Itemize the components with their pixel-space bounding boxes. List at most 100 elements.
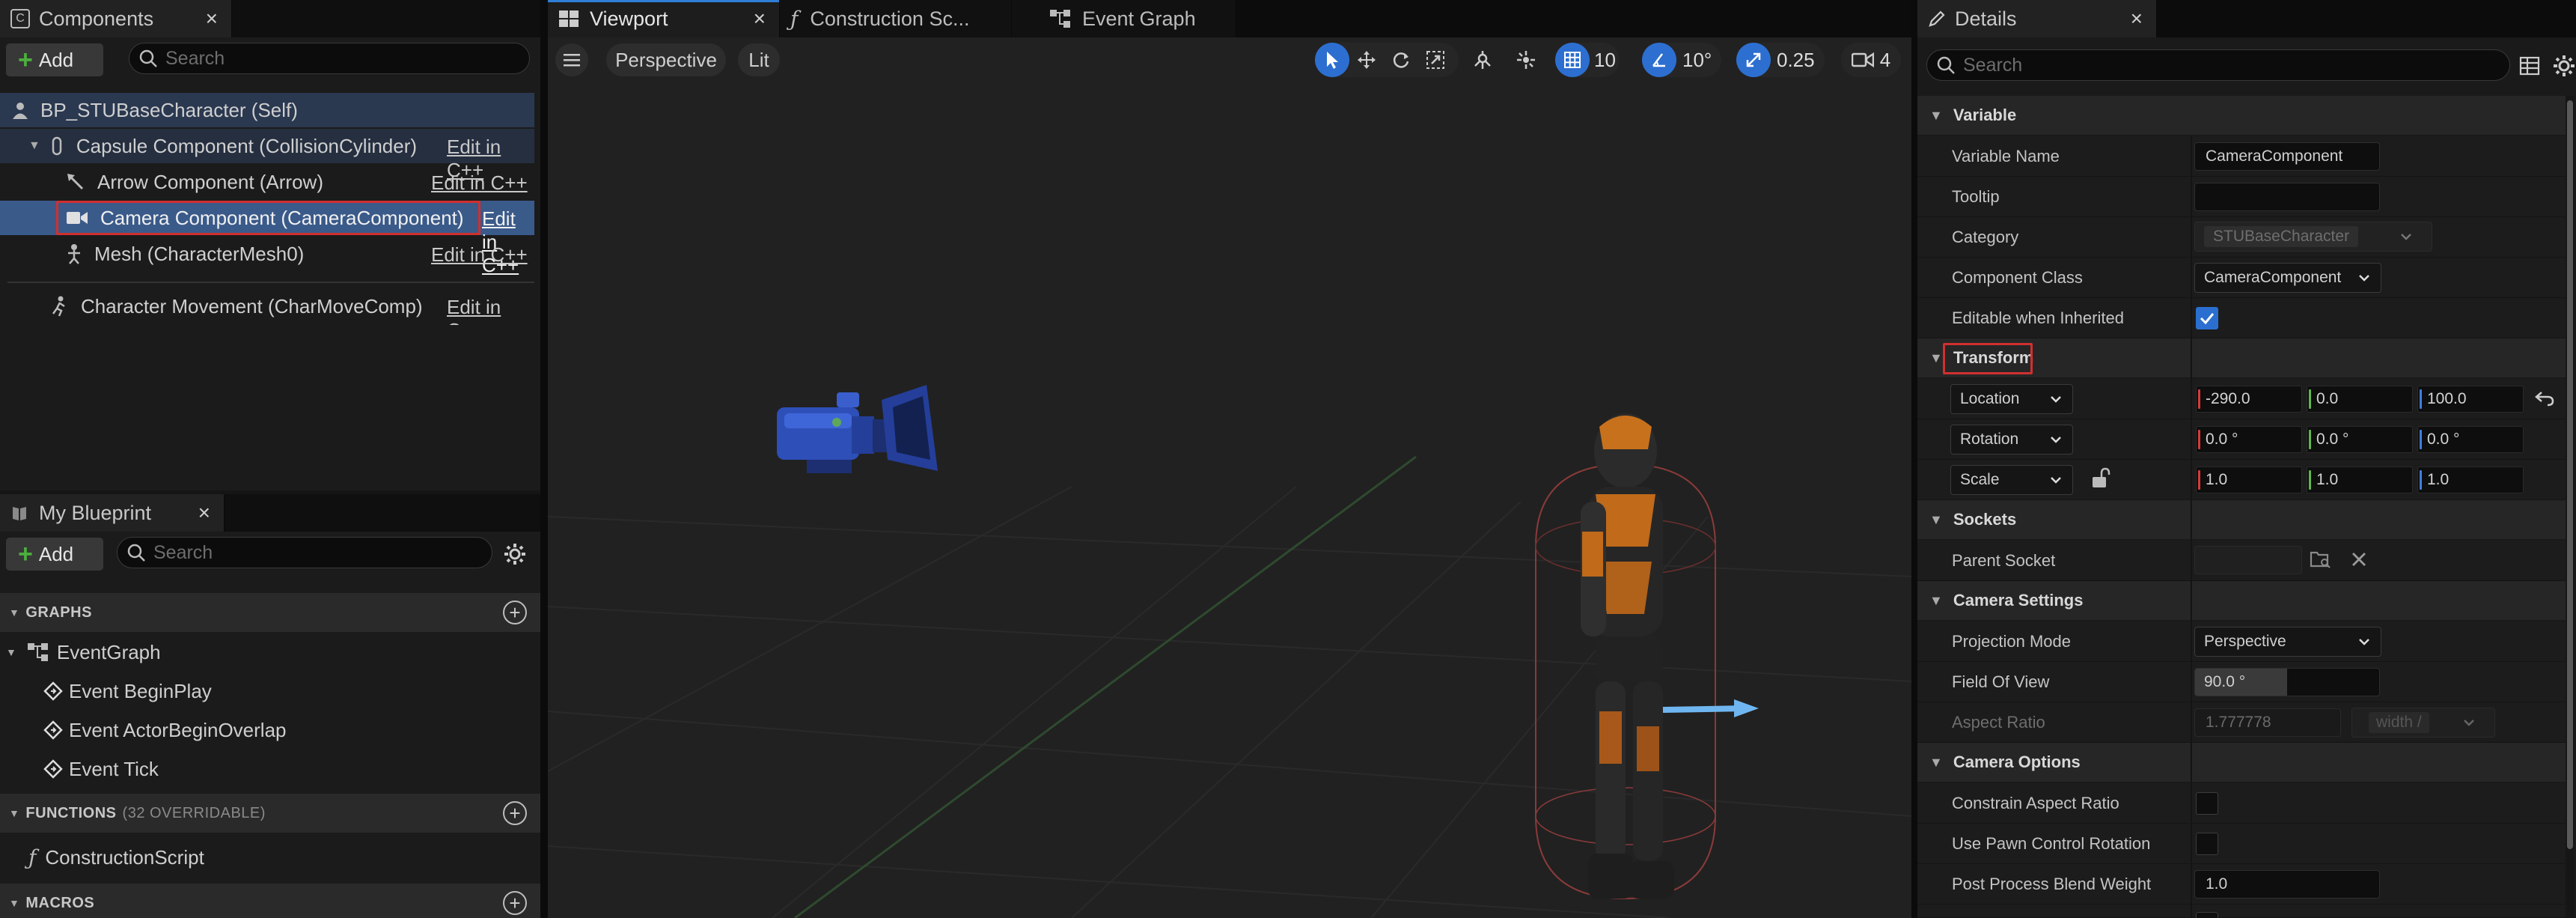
settings-gear-icon[interactable] bbox=[2552, 54, 2576, 78]
add-component-button[interactable]: + Add bbox=[6, 43, 103, 76]
tree-item-mesh[interactable]: Mesh (CharacterMesh0) bbox=[0, 237, 534, 271]
character-mesh[interactable] bbox=[1476, 397, 1790, 918]
variable-name-field[interactable]: CameraComponent bbox=[2194, 142, 2380, 171]
editable-inherited-checkbox[interactable] bbox=[2196, 307, 2218, 329]
world-local-icon[interactable] bbox=[1465, 43, 1500, 77]
camera-speed-group[interactable]: 4 bbox=[1841, 43, 1901, 77]
variable-section-header[interactable]: ▼ Variable bbox=[1917, 96, 2566, 135]
lit-button[interactable]: Lit bbox=[738, 43, 780, 76]
add-graph-button[interactable]: + bbox=[503, 601, 527, 624]
scale-z-field[interactable]: 1.0 bbox=[2417, 466, 2524, 493]
close-icon[interactable]: × bbox=[754, 7, 766, 31]
editable-inherited-row: Editable when Inherited bbox=[1917, 298, 2566, 338]
grid-snap-group[interactable]: 10 bbox=[1555, 43, 1620, 77]
gear-icon[interactable] bbox=[503, 542, 527, 566]
unlock-icon[interactable] bbox=[2090, 467, 2110, 490]
rotation-snap-group[interactable]: 10° bbox=[1642, 43, 1721, 77]
property-matrix-icon[interactable] bbox=[2519, 55, 2540, 76]
location-x-field[interactable]: -290.0 bbox=[2196, 386, 2302, 413]
graphs-section-header[interactable]: ▼ GRAPHS bbox=[0, 593, 540, 632]
tooltip-field[interactable] bbox=[2194, 183, 2380, 211]
event-graph-item[interactable]: ▼ EventGraph bbox=[0, 635, 534, 669]
blueprint-search-input[interactable]: Search bbox=[117, 537, 492, 568]
post-process-field[interactable]: 1.0 bbox=[2194, 870, 2380, 899]
component-class-dropdown[interactable]: CameraComponent bbox=[2194, 263, 2381, 293]
projection-mode-dropdown[interactable]: Perspective bbox=[2194, 627, 2381, 657]
rotation-y-field[interactable]: 0.0 ° bbox=[2307, 426, 2413, 453]
event-item[interactable]: Event ActorBeginOverlap bbox=[0, 713, 534, 747]
transform-section-header[interactable]: ▼ Transform bbox=[1917, 338, 2566, 377]
rotation-z-field[interactable]: 0.0 ° bbox=[2417, 426, 2524, 453]
scrollbar-thumb[interactable] bbox=[2567, 100, 2573, 849]
details-column-divider[interactable] bbox=[2191, 136, 2192, 918]
camera-settings-section-header[interactable]: ▼ Camera Settings bbox=[1917, 581, 2566, 620]
functions-section-header[interactable]: ▼ FUNCTIONS (32 OVERRIDABLE) bbox=[0, 794, 540, 833]
panel-splitter[interactable] bbox=[1911, 0, 1917, 918]
tree-item-capsule[interactable]: ▼ Capsule Component (CollisionCylinder) bbox=[0, 129, 534, 163]
close-icon[interactable]: × bbox=[198, 501, 210, 525]
panel-splitter[interactable] bbox=[540, 0, 548, 918]
chevron-down-icon bbox=[2359, 639, 2369, 645]
scale-type-dropdown[interactable]: Scale bbox=[1950, 465, 2073, 495]
browse-socket-icon[interactable] bbox=[2310, 550, 2332, 569]
close-icon[interactable]: × bbox=[206, 7, 218, 31]
use-pawn-rotation-checkbox[interactable] bbox=[2196, 833, 2218, 855]
transform-tools-group bbox=[1315, 43, 1459, 77]
tab-components[interactable]: C Components × bbox=[0, 0, 232, 37]
scale-snap-icon[interactable] bbox=[1736, 43, 1771, 77]
perspective-button[interactable]: Perspective bbox=[606, 43, 726, 76]
clear-socket-icon[interactable] bbox=[2350, 550, 2368, 568]
location-z-field[interactable]: 100.0 bbox=[2417, 386, 2524, 413]
camera-options-section-header[interactable]: ▼ Camera Options bbox=[1917, 743, 2566, 782]
scale-x-field[interactable]: 1.0 bbox=[2196, 466, 2302, 493]
sockets-section-header[interactable]: ▼ Sockets bbox=[1917, 500, 2566, 539]
add-blueprint-item-button[interactable]: + Add bbox=[6, 538, 103, 571]
tree-item-character-movement[interactable]: Character Movement (CharMoveComp) bbox=[0, 289, 534, 323]
reset-to-default-icon[interactable] bbox=[2534, 389, 2555, 407]
scale-snap-group[interactable]: 0.25 bbox=[1736, 43, 1825, 77]
tab-construction-script[interactable]: ƒ Construction Sc... bbox=[780, 0, 1012, 37]
rotation-type-dropdown[interactable]: Rotation bbox=[1950, 425, 2073, 455]
scale-tool-icon[interactable] bbox=[1418, 43, 1453, 77]
tab-details[interactable]: Details × bbox=[1917, 0, 2157, 37]
constrain-aspect-checkbox[interactable] bbox=[2196, 792, 2218, 815]
event-item[interactable]: Event Tick bbox=[0, 752, 534, 786]
camera-mesh[interactable] bbox=[769, 377, 949, 497]
add-macro-button[interactable]: + bbox=[503, 891, 527, 915]
collapse-triangle-icon: ▼ bbox=[9, 607, 20, 618]
event-item[interactable]: Event BeginPlay bbox=[0, 674, 534, 708]
macros-section-header[interactable]: ▼ MACROS bbox=[0, 884, 540, 918]
tree-root-item[interactable]: BP_STUBaseCharacter (Self) bbox=[0, 93, 534, 127]
location-type-dropdown[interactable]: Location bbox=[1950, 384, 2073, 414]
scale-y-field[interactable]: 1.0 bbox=[2307, 466, 2413, 493]
partial-checkbox[interactable] bbox=[2196, 912, 2218, 918]
details-tab-title: Details bbox=[1955, 7, 2017, 30]
section-label: Transform bbox=[1953, 348, 2034, 367]
components-search-input[interactable]: Search bbox=[129, 43, 530, 74]
rotation-snap-icon[interactable] bbox=[1642, 43, 1676, 77]
tab-my-blueprint[interactable]: My Blueprint × bbox=[0, 494, 225, 532]
construction-tab-title: Construction Sc... bbox=[810, 7, 970, 30]
event-graph-tab-title: Event Graph bbox=[1082, 7, 1196, 30]
add-function-button[interactable]: + bbox=[503, 801, 527, 825]
details-scrollbar[interactable] bbox=[2566, 96, 2575, 918]
fov-slider-field[interactable]: 90.0 ° bbox=[2194, 668, 2380, 696]
rotation-x-field[interactable]: 0.0 ° bbox=[2196, 426, 2302, 453]
viewport-options-button[interactable] bbox=[555, 43, 588, 76]
skeleton-icon bbox=[66, 243, 82, 264]
tree-item-camera[interactable]: Camera Component (CameraComponent) bbox=[0, 201, 534, 235]
close-icon[interactable]: × bbox=[2131, 7, 2143, 31]
select-tool-icon[interactable] bbox=[1315, 43, 1349, 77]
parent-socket-field[interactable] bbox=[2194, 546, 2302, 574]
tab-event-graph[interactable]: Event Graph bbox=[1012, 0, 1236, 37]
details-search-input[interactable]: Search bbox=[1926, 49, 2510, 81]
construction-script-item[interactable]: ƒ ConstructionScript bbox=[0, 840, 534, 875]
tab-viewport[interactable]: Viewport × bbox=[548, 0, 780, 37]
viewport[interactable]: Perspective Lit 10 10° 0.25 4 bbox=[548, 37, 1911, 918]
rotate-tool-icon[interactable] bbox=[1384, 43, 1418, 77]
surface-snap-icon[interactable] bbox=[1509, 43, 1543, 77]
grid-snap-icon[interactable] bbox=[1555, 43, 1590, 77]
move-tool-icon[interactable] bbox=[1349, 43, 1384, 77]
location-y-field[interactable]: 0.0 bbox=[2307, 386, 2413, 413]
tree-item-arrow[interactable]: Arrow Component (Arrow) bbox=[0, 165, 534, 199]
